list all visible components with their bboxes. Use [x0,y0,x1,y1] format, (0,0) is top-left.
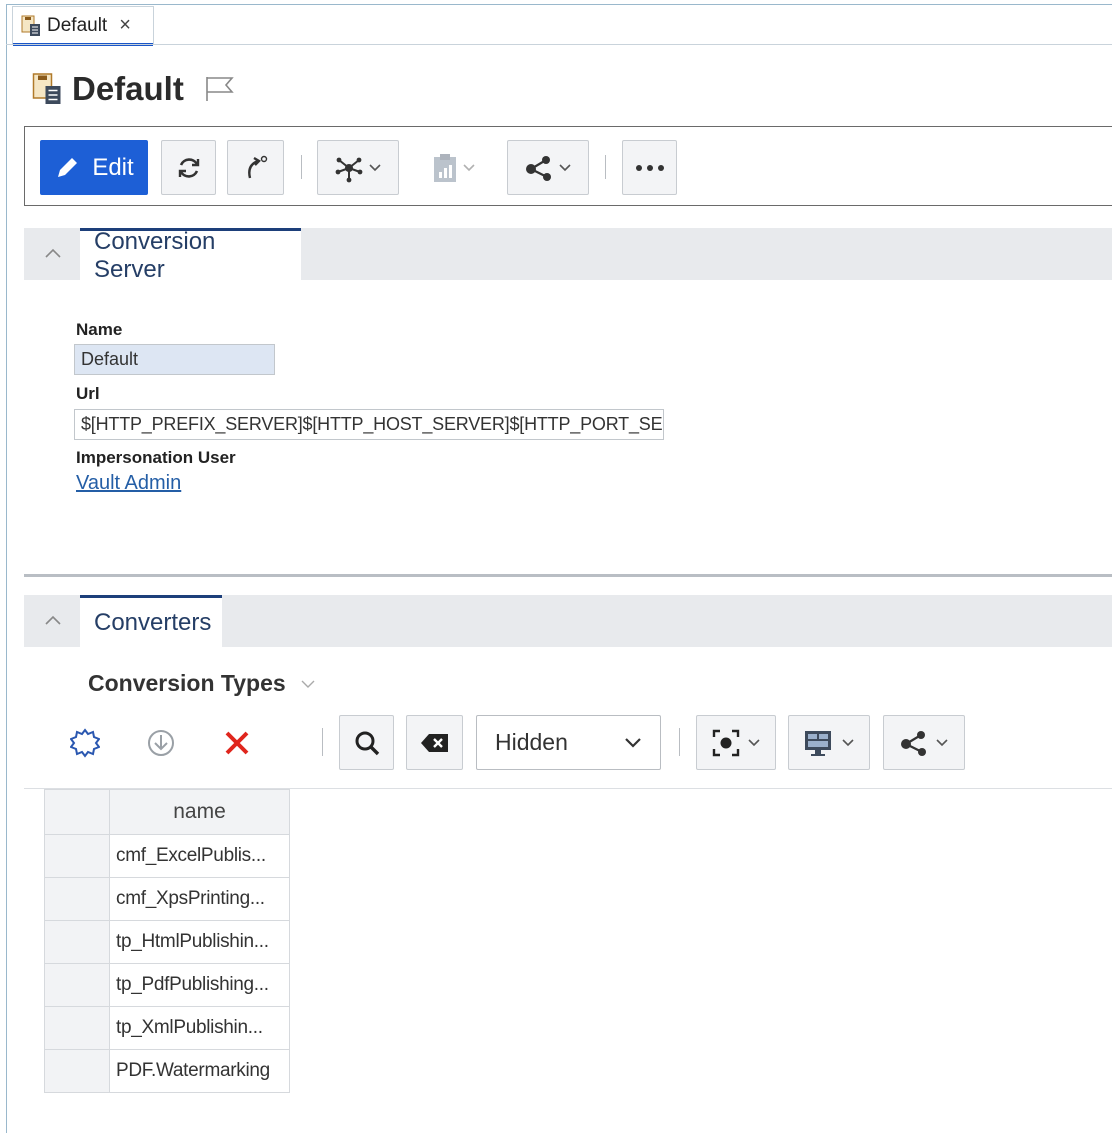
table-row[interactable]: PDF.Watermarking [44,1049,290,1093]
chevron-down-icon [301,680,315,688]
name-label: Name [76,320,123,339]
publication-icon [21,15,40,36]
table-cell-name[interactable]: cmf_XpsPrinting... [109,877,290,921]
more-dots-icon [635,164,664,171]
download-icon [148,729,174,756]
tab-converters-label: Converters [94,608,212,636]
conversion-types-title: Conversion Types [88,670,286,696]
relations-dropdown-button[interactable] [317,140,399,195]
impersonation-user-link[interactable]: Vault Admin [76,472,181,495]
row-header[interactable] [44,877,110,921]
new-badge-icon [70,727,100,758]
download-button[interactable] [136,715,186,770]
conversion-types-header[interactable]: Conversion Types [88,670,316,697]
toolbar-separator [301,155,302,179]
share-dropdown-button[interactable] [883,715,965,770]
chevron-down-icon [559,163,571,171]
row-header-corner [44,789,110,835]
table-header-row: name [44,789,290,835]
chevron-down-icon [936,738,948,746]
search-icon [355,731,379,755]
share-icon [901,730,926,756]
share-icon [526,155,551,181]
network-icon [335,157,363,182]
table-cell-name[interactable]: tp_HtmlPublishin... [109,920,290,964]
tab-conversion-server-label: Conversion Server [94,227,216,283]
new-object-button[interactable] [60,715,110,770]
page-title: Default [72,70,184,107]
toolbar-separator [322,728,323,756]
refresh-icon [178,157,199,178]
page-header: Default [32,70,236,108]
table-cell-name[interactable]: tp_XmlPublishin... [109,1006,290,1050]
conversion-server-section-header: Conversion Server [24,228,1112,283]
collapse-section-button[interactable] [44,609,62,632]
visibility-select[interactable]: Hidden [476,715,661,770]
report-dropdown-button[interactable] [419,140,489,195]
table-cell-name[interactable]: cmf_ExcelPublis... [109,834,290,878]
table-row[interactable]: tp_HtmlPublishin... [44,920,290,964]
impersonation-user-label: Impersonation User [76,448,236,467]
more-options-button[interactable] [622,140,677,195]
collapse-section-button[interactable] [44,242,62,265]
focus-target-icon [712,729,740,756]
document-tab[interactable]: Default × [12,6,154,46]
main-toolbar: Edit [24,126,1112,206]
chevron-down-icon [369,163,381,171]
row-header[interactable] [44,834,110,878]
url-label: Url [76,384,100,403]
clear-filter-button[interactable] [406,715,463,770]
display-dropdown-button[interactable] [788,715,870,770]
workflow-arrow-icon [247,155,267,178]
url-field[interactable]: $[HTTP_PREFIX_SERVER]$[HTTP_HOST_SERVER]… [74,409,664,440]
column-header-name[interactable]: name [109,789,290,835]
chevron-down-icon [842,738,854,746]
section-divider [24,574,1112,577]
toolbar-separator [605,155,606,179]
chevron-down-icon [748,738,760,746]
delete-button[interactable] [212,715,262,770]
row-header[interactable] [44,1006,110,1050]
search-button[interactable] [339,715,394,770]
row-header[interactable] [44,1049,110,1093]
chevron-up-icon [45,248,61,258]
delete-x-icon [225,731,249,754]
publication-icon [32,73,61,104]
clipboard-chart-icon [434,153,456,182]
view-focus-dropdown-button[interactable] [696,715,776,770]
table-cell-name[interactable]: tp_PdfPublishing... [109,963,290,1007]
table-cell-name[interactable]: PDF.Watermarking [109,1049,290,1093]
table-row[interactable]: cmf_ExcelPublis... [44,834,290,878]
pencil-icon [58,157,78,177]
table-row[interactable]: tp_PdfPublishing... [44,963,290,1007]
row-header[interactable] [44,963,110,1007]
toolbar-separator [679,728,680,756]
table-row[interactable]: tp_XmlPublishin... [44,1006,290,1050]
flag-icon[interactable] [204,75,236,103]
row-header[interactable] [44,920,110,964]
table-row[interactable]: cmf_XpsPrinting... [44,877,290,921]
chevron-up-icon [45,615,61,625]
close-tab-button[interactable]: × [119,14,131,37]
backspace-icon [420,733,448,752]
chevron-down-icon [463,163,475,171]
visibility-select-value: Hidden [495,729,568,755]
document-tab-label: Default [47,14,108,36]
name-field[interactable]: Default [74,344,275,375]
tab-converters[interactable]: Converters [80,595,222,647]
tab-strip-divider [6,44,1112,45]
share-dropdown-button[interactable] [507,140,589,195]
tab-conversion-server[interactable]: Conversion Server [80,228,301,283]
workflow-button[interactable] [227,140,284,195]
conversion-types-table: name cmf_ExcelPublis... cmf_XpsPrinting.… [44,789,290,1093]
edit-button-label: Edit [92,153,134,181]
chevron-down-icon [625,737,641,748]
converters-section-header: Converters [24,595,1112,647]
edit-button[interactable]: Edit [40,140,148,195]
refresh-button[interactable] [161,140,216,195]
monitor-icon [805,730,831,756]
